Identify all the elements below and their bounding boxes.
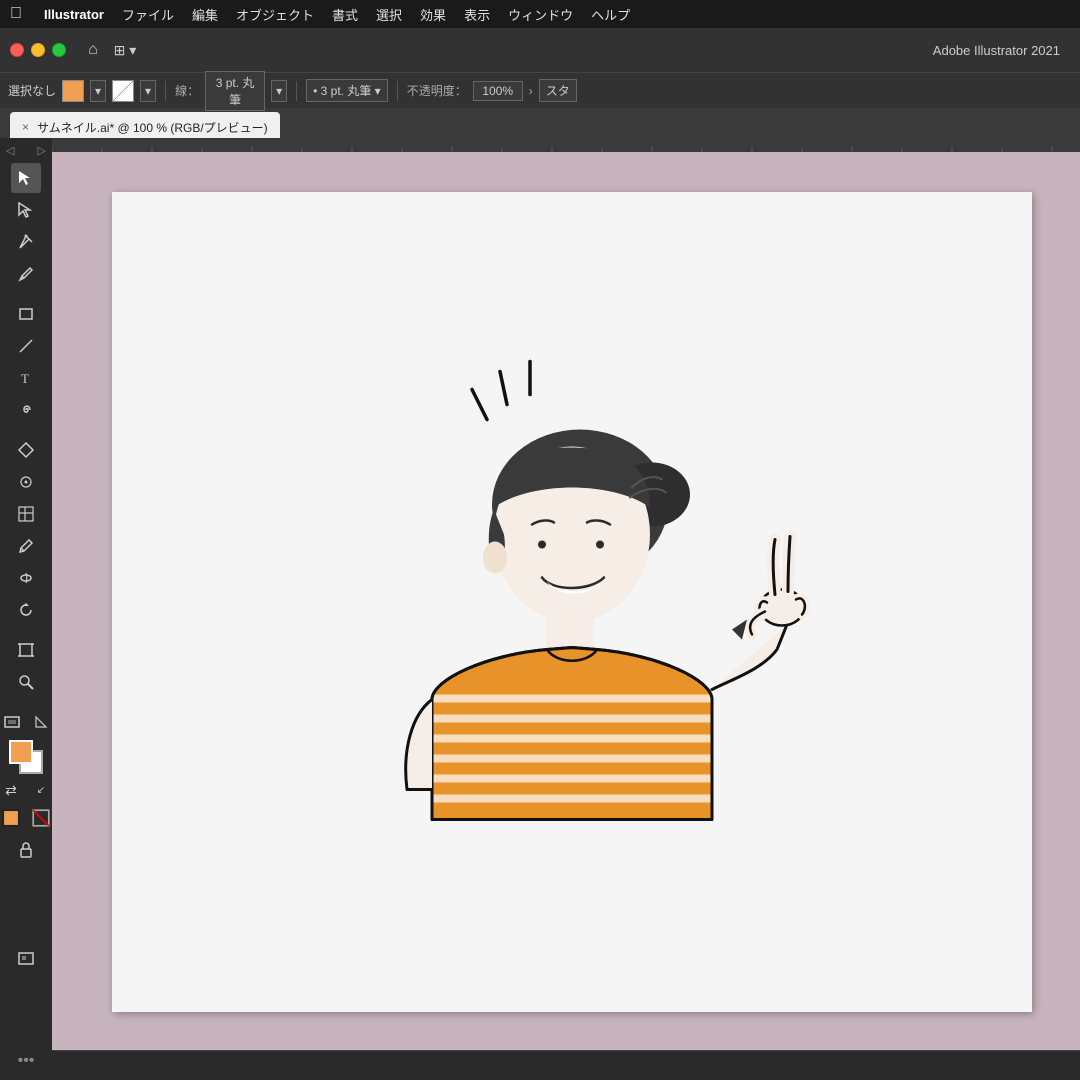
zoom-tool-button[interactable] — [11, 667, 41, 697]
fill-none-button[interactable] — [0, 807, 24, 829]
menu-file[interactable]: ファイル — [122, 5, 174, 24]
close-window-button[interactable] — [10, 43, 24, 57]
reset-colors-button[interactable] — [28, 711, 54, 733]
rotate-tool-button[interactable] — [11, 595, 41, 625]
home-button[interactable]: ⌂ — [80, 37, 106, 63]
shape-builder-tool-button[interactable] — [11, 499, 41, 529]
artboard-tool-button[interactable] — [11, 635, 41, 665]
traffic-lights[interactable] — [10, 43, 66, 57]
menubar:  Illustrator ファイル 編集 オブジェクト 書式 選択 効果 表示… — [0, 0, 1080, 28]
menu-window[interactable]: ウィンドウ — [508, 5, 573, 24]
style-button[interactable]: スタ — [539, 79, 577, 102]
select-tool-button[interactable] — [11, 163, 41, 193]
panel-arrow-left[interactable]: ◁ — [6, 144, 14, 157]
stroke-none-button[interactable] — [28, 807, 54, 829]
tab-close-button[interactable]: × — [22, 120, 29, 134]
separator-2 — [296, 81, 297, 101]
panel-collapse-arrows[interactable]: ◁ ▷ — [0, 142, 52, 159]
opacity-more[interactable]: › — [529, 84, 533, 98]
tab-label: サムネイル.ai* @ 100 % (RGB/プレビュー) — [37, 119, 268, 136]
menu-help[interactable]: ヘルプ — [591, 5, 630, 24]
illustration — [332, 340, 812, 865]
canvas-area — [52, 138, 1080, 1080]
more-tools-button[interactable]: ••• — [18, 1052, 35, 1070]
foreground-color-swatch[interactable] — [9, 740, 33, 764]
stroke-value-input[interactable]: 3 pt. 丸筆 — [205, 71, 265, 111]
menu-effect[interactable]: 効果 — [420, 5, 446, 24]
stroke-dropdown[interactable]: ▾ — [140, 80, 156, 102]
tools-panel: ◁ ▷ T — [0, 138, 52, 1080]
selection-label: 選択なし — [8, 82, 56, 99]
menu-view[interactable]: 表示 — [464, 5, 490, 24]
eyedropper-tool-button[interactable] — [11, 531, 41, 561]
active-tab[interactable]: × サムネイル.ai* @ 100 % (RGB/プレビュー) — [10, 112, 280, 138]
svg-text:T: T — [21, 371, 29, 386]
apple-menu[interactable]:  — [10, 5, 22, 23]
separator-1 — [165, 81, 166, 101]
grid-view-button[interactable]: ⊞ ▾ — [112, 37, 138, 63]
direct-select-tool-button[interactable] — [11, 195, 41, 225]
swap-colors-button[interactable]: ⇄ — [0, 779, 24, 801]
options-bar: 選択なし ▾ ▾ 線： 3 pt. 丸筆 ▾ • 3 pt. 丸筆 ▾ 不透明度… — [0, 72, 1080, 108]
color-pair — [9, 740, 43, 774]
mesh-tool-button[interactable] — [11, 467, 41, 497]
maximize-window-button[interactable] — [52, 43, 66, 57]
fill-stroke-icons — [0, 807, 54, 829]
text-tool-button[interactable]: T — [11, 363, 41, 393]
menu-type[interactable]: 書式 — [332, 5, 358, 24]
menu-edit[interactable]: 編集 — [192, 5, 218, 24]
panel-arrow-right[interactable]: ▷ — [38, 144, 46, 157]
lock-icon[interactable] — [11, 835, 41, 865]
canvas-background — [52, 152, 1080, 1050]
artboard-view-button[interactable] — [11, 943, 41, 973]
default-colors-button[interactable]: ↙ — [28, 779, 54, 801]
pencil-tool-button[interactable] — [11, 259, 41, 289]
artboard — [112, 192, 1032, 1012]
fill-color-swatch[interactable] — [62, 80, 84, 102]
stroke-label: 線： — [175, 82, 199, 99]
main-area: ◁ ▷ T — [0, 138, 1080, 1080]
minimize-window-button[interactable] — [31, 43, 45, 57]
gradient-tool-button[interactable] — [11, 435, 41, 465]
separator-3 — [397, 81, 398, 101]
pen-tool-button[interactable] — [11, 227, 41, 257]
menu-illustrator[interactable]: Illustrator — [44, 7, 104, 22]
line-tool-button[interactable] — [11, 331, 41, 361]
tab-bar: × サムネイル.ai* @ 100 % (RGB/プレビュー) — [0, 108, 1080, 138]
color-selector-area: ⇄ ↙ — [0, 711, 54, 801]
rectangle-tool-button[interactable] — [11, 299, 41, 329]
horizontal-ruler — [52, 138, 1080, 152]
screen-mode-button[interactable] — [0, 711, 25, 733]
app-title: Adobe Illustrator 2021 — [933, 43, 1060, 58]
menu-select[interactable]: 選択 — [376, 5, 402, 24]
menu-object[interactable]: オブジェクト — [236, 5, 314, 24]
opacity-label: 不透明度： — [407, 82, 467, 99]
warp-tool-button[interactable] — [11, 563, 41, 593]
stroke-swatch[interactable] — [112, 80, 134, 102]
spiral-tool-button[interactable] — [11, 395, 41, 425]
opacity-input[interactable]: 100% — [473, 81, 523, 101]
application-toolbar: ⌂ ⊞ ▾ Adobe Illustrator 2021 — [0, 28, 1080, 72]
brush-description[interactable]: • 3 pt. 丸筆 ▾ — [306, 79, 388, 102]
canvas-status-bar — [52, 1050, 1080, 1080]
stroke-val-dropdown[interactable]: ▾ — [271, 80, 287, 102]
fill-dropdown[interactable]: ▾ — [90, 80, 106, 102]
